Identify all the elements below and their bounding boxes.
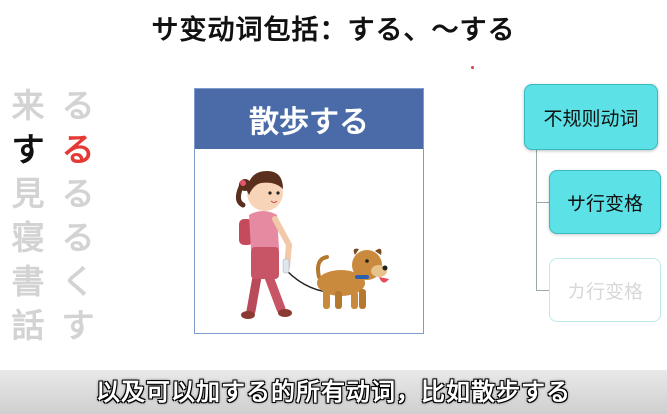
- girl-walking-dog-illustration: [235, 171, 389, 319]
- irregular-verb-box: 不规则动词: [524, 84, 658, 150]
- stray-dot: [471, 66, 474, 69]
- kanji-column: 来 す 見 寝 書 話: [8, 84, 48, 348]
- card-header: 散歩する: [195, 89, 423, 149]
- kana-item: す: [61, 306, 95, 345]
- kanji-item: 寝: [11, 218, 45, 257]
- kana-column: る る る る く す: [58, 84, 98, 348]
- ka-row-irregular-box: カ行变格: [549, 258, 661, 322]
- tree-connector-vertical: [536, 150, 537, 290]
- kanji-item: 話: [11, 306, 45, 345]
- kana-item: る: [61, 86, 95, 125]
- tree-connector-sa: [536, 202, 549, 203]
- kana-item-active: る: [61, 130, 95, 169]
- sa-row-irregular-box: サ行变格: [549, 170, 661, 234]
- kana-item: る: [61, 174, 95, 213]
- kanji-item: 書: [11, 262, 45, 301]
- video-subtitle: 以及可以加する的所有动词，比如散步する: [96, 378, 571, 406]
- kanji-item-active: す: [11, 130, 45, 169]
- verb-card: 散歩する: [194, 88, 424, 334]
- tree-connector-ka: [536, 290, 549, 291]
- slide-title: サ变动词包括：する、〜する: [151, 15, 516, 46]
- kanji-item: 見: [11, 174, 45, 213]
- kanji-item: 来: [11, 86, 45, 125]
- kana-item: く: [61, 262, 95, 301]
- kana-item: る: [61, 218, 95, 257]
